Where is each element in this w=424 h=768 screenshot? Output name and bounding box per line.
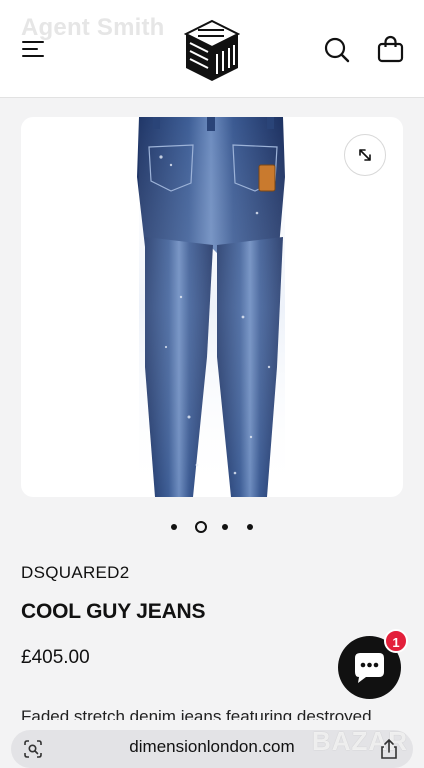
product-price: £405.00 bbox=[21, 647, 90, 668]
expand-image-button[interactable] bbox=[344, 134, 386, 176]
share-icon[interactable] bbox=[378, 738, 400, 760]
brand-logo-icon[interactable] bbox=[184, 19, 240, 83]
search-icon[interactable] bbox=[324, 37, 350, 63]
expand-arrows-icon bbox=[359, 149, 371, 161]
carousel-dot-1[interactable] bbox=[171, 524, 177, 530]
product-title: COOL GUY JEANS bbox=[21, 600, 206, 623]
carousel-dot-2[interactable] bbox=[195, 521, 207, 533]
menu-icon[interactable] bbox=[22, 38, 46, 60]
product-brand[interactable]: DSQUARED2 bbox=[21, 563, 130, 583]
chat-unread-badge: 1 bbox=[384, 629, 408, 653]
site-header: Agent Smith bbox=[0, 0, 424, 98]
carousel-pagination bbox=[166, 520, 260, 534]
carousel-dot-4[interactable] bbox=[247, 524, 253, 530]
carousel-dot-3[interactable] bbox=[222, 524, 228, 530]
shopping-bag-icon[interactable] bbox=[377, 35, 404, 63]
